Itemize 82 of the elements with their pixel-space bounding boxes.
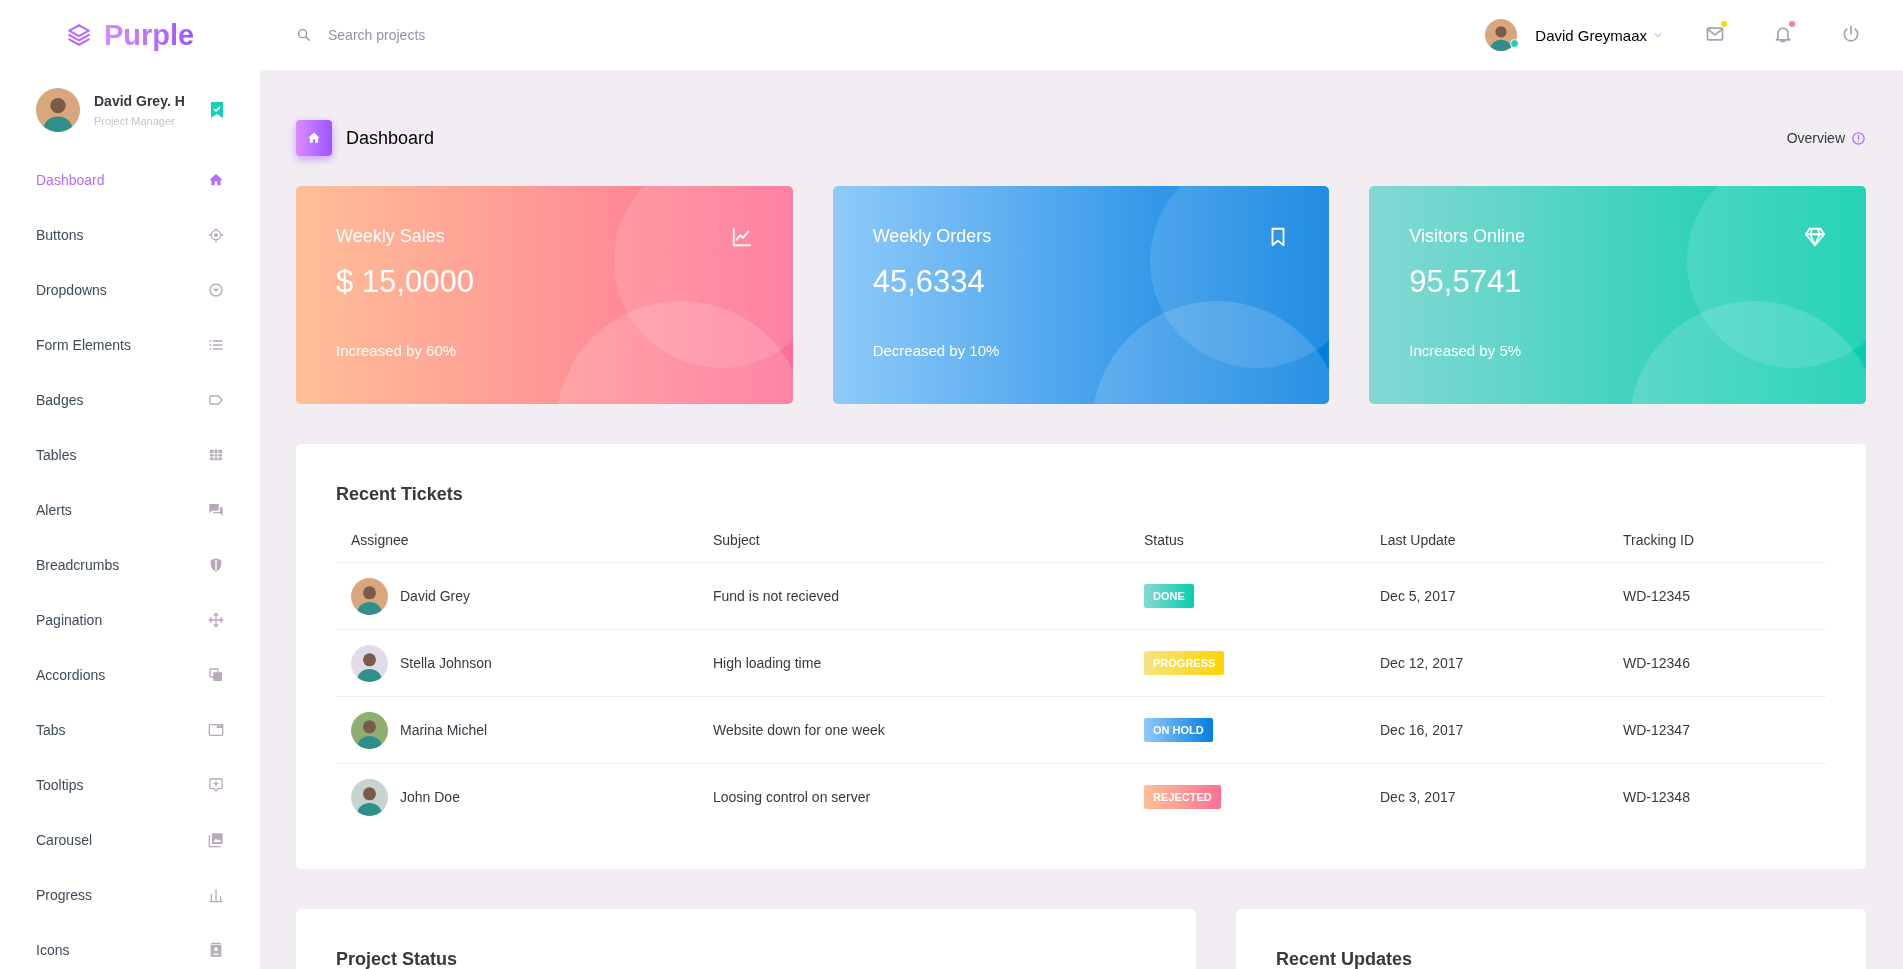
sidebar-item[interactable]: Icons	[0, 922, 260, 969]
table-cell: High loading time	[713, 655, 822, 671]
table-cell: WD-12346	[1623, 655, 1690, 671]
table-cell: Fund is not recieved	[713, 588, 840, 604]
table-cell: Dec 16, 2017	[1380, 722, 1464, 738]
avatar	[351, 711, 388, 749]
card-title: Visitors Online	[1409, 226, 1526, 248]
bar-chart-icon	[208, 886, 224, 903]
caret-icon	[1653, 30, 1663, 40]
sidebar-item[interactable]: Accordions	[0, 647, 260, 702]
info-icon	[1851, 130, 1866, 146]
table-cell: WD-12348	[1623, 789, 1690, 805]
shield-icon	[208, 556, 224, 573]
sidebar-item[interactable]: Tooltips	[0, 757, 260, 812]
column-header: Tracking ID	[1608, 520, 1826, 563]
line-chart-icon	[730, 226, 753, 248]
card-value: $ 15,0000	[336, 264, 475, 300]
dropdown-icon	[208, 281, 224, 298]
sidebar-item[interactable]: Progress	[0, 867, 260, 922]
search-field[interactable]: Search projects	[326, 26, 630, 44]
layers-icon	[65, 22, 92, 48]
table-cell: WD-12345	[1623, 588, 1690, 604]
assignee-name: John Doe	[400, 789, 460, 805]
status-badge: PROGRESS	[1144, 651, 1225, 675]
card-value: 95,5741	[1409, 264, 1523, 300]
contact-icon	[208, 941, 224, 958]
tab-icon	[208, 721, 224, 738]
card-note: Decreased by 10%	[872, 342, 1001, 359]
sidebar-item[interactable]: Buttons	[0, 207, 260, 262]
card-title: Recent Tickets	[336, 484, 464, 505]
column-header: Assignee	[336, 520, 698, 563]
card-title: Recent Updates	[1276, 949, 1414, 969]
sidebar-item[interactable]: Carousel	[0, 812, 260, 867]
column-header: Last Update	[1365, 520, 1608, 563]
home-icon	[296, 120, 332, 156]
tooltip-icon	[208, 776, 224, 793]
sidebar-item[interactable]: Pagination	[0, 592, 260, 647]
assignee-name: David Grey	[400, 588, 471, 604]
card-note: Increased by 60%	[336, 342, 458, 359]
sidebar-item[interactable]: Alerts	[0, 482, 260, 537]
card-title: Project Status	[336, 949, 459, 969]
profile-name: David Grey. H	[94, 93, 186, 109]
overview-link[interactable]: Overview	[1786, 130, 1845, 146]
card-title: Weekly Orders	[872, 226, 992, 248]
column-header: Subject	[698, 520, 1129, 563]
sidebar-item[interactable]: Tabs	[0, 702, 260, 757]
table-cell: Dec 5, 2017	[1380, 588, 1456, 604]
diamond-icon	[1804, 226, 1826, 248]
table-cell: Loosing control on server	[713, 789, 871, 805]
avatar	[351, 577, 388, 615]
avatar	[351, 644, 388, 682]
status-badge: ON HOLD	[1144, 718, 1213, 742]
table-cell: Dec 12, 2017	[1380, 655, 1464, 671]
user-menu[interactable]: David Greymaax	[1535, 26, 1663, 44]
avatar	[351, 778, 388, 816]
page-title: Dashboard	[346, 127, 436, 149]
copy-icon	[208, 666, 224, 683]
crosshair-icon	[208, 226, 224, 243]
status-badge: REJECTED	[1144, 785, 1221, 809]
status-badge: DONE	[1144, 584, 1194, 608]
avatar	[36, 88, 80, 132]
search-icon	[296, 27, 312, 43]
chat-icon	[208, 501, 224, 518]
sidebar-item[interactable]: Form Elements	[0, 317, 260, 372]
column-header: Status	[1129, 520, 1365, 563]
table-cell: Website down for one week	[713, 722, 885, 738]
card-title: Weekly Sales	[336, 226, 445, 248]
home-icon	[208, 171, 224, 188]
sidebar-item[interactable]: Badges	[0, 372, 260, 427]
image-icon	[208, 831, 224, 848]
card-note: Increased by 5%	[1409, 342, 1523, 359]
move-icon	[208, 611, 224, 628]
card-value: 45,6334	[872, 264, 986, 300]
sidebar-item[interactable]: Dropdowns	[0, 262, 260, 317]
sidebar-item[interactable]: Breadcrumbs	[0, 537, 260, 592]
assignee-name: Stella Johnson	[400, 655, 492, 671]
table-cell: Dec 3, 2017	[1380, 789, 1456, 805]
assignee-name: Marina Michel	[400, 722, 488, 738]
profile-role: Project Manager	[94, 115, 176, 127]
table-cell: WD-12347	[1623, 722, 1690, 738]
sidebar-item[interactable]: Tables	[0, 427, 260, 482]
avatar	[1485, 19, 1518, 51]
